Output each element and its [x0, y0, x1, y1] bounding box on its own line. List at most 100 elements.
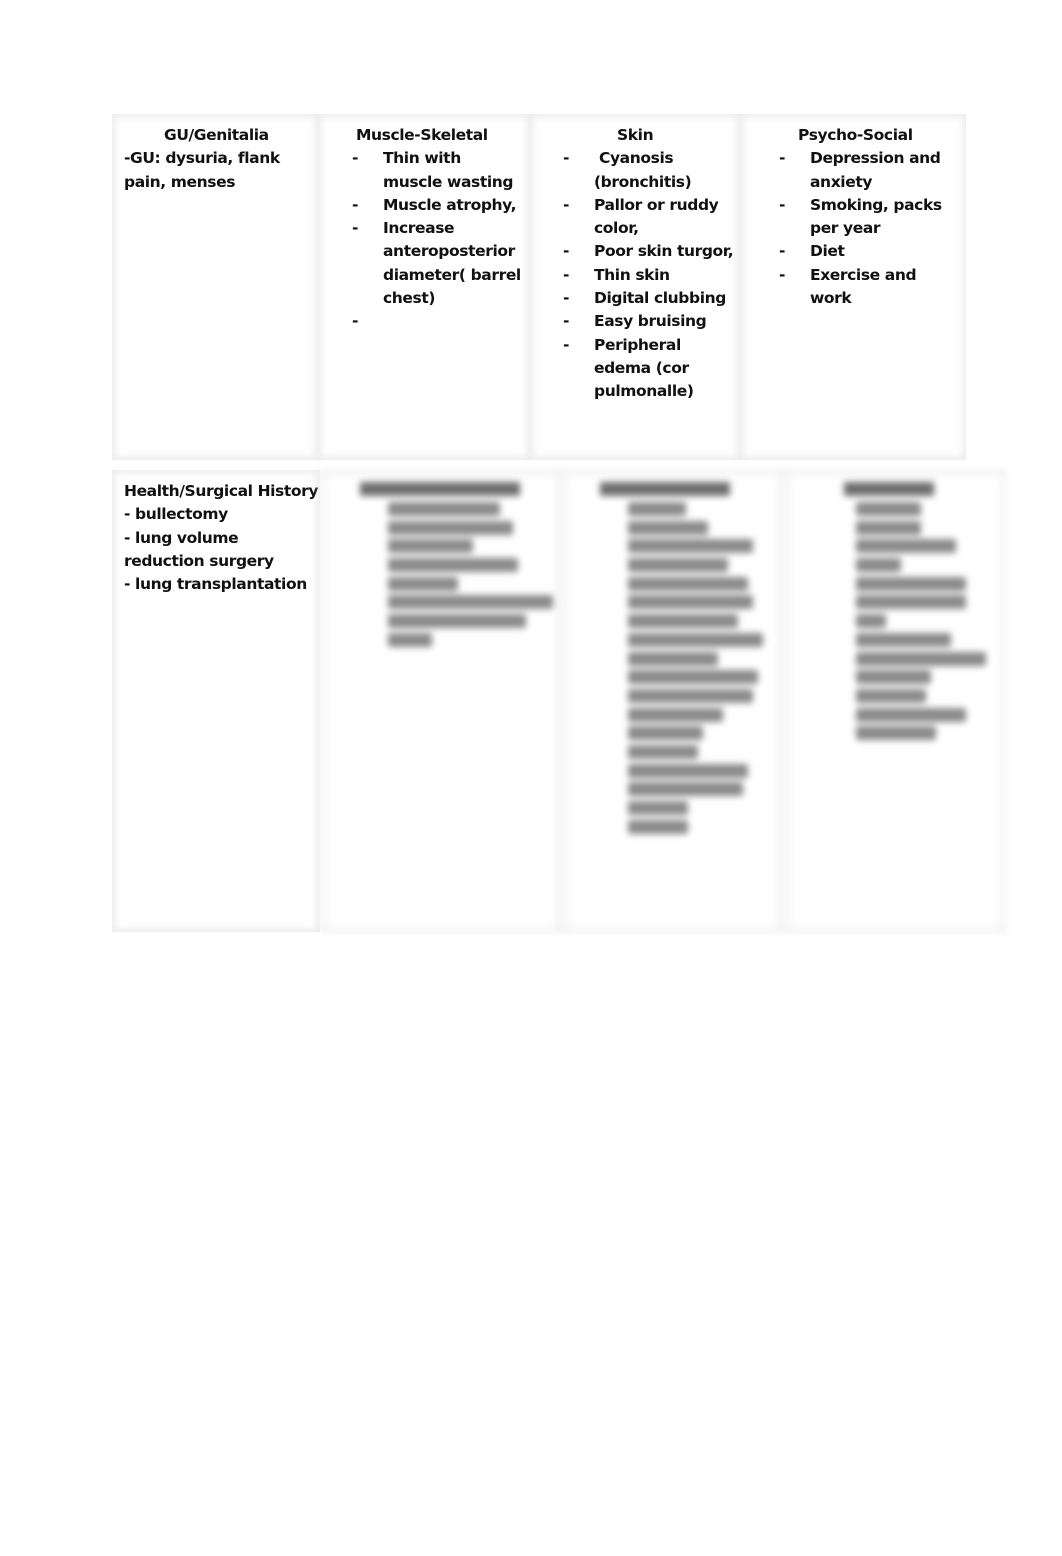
cell-health-surgical-history: Health/Surgical History - bullectomy - l…	[112, 470, 320, 932]
blurred-line	[628, 595, 753, 610]
list-item: - Pallor or ruddy color,	[563, 195, 719, 238]
blurred-content	[856, 502, 1006, 741]
list-item: - Digital clubbing	[563, 287, 734, 310]
bullet-dash: -	[779, 149, 786, 168]
blurred-line	[388, 632, 432, 647]
text-line: - lung volume	[124, 528, 239, 547]
blurred-line	[628, 502, 686, 516]
blurred-line	[856, 688, 926, 703]
list-item: - Thin with muscle wasting	[352, 149, 514, 191]
cell-psychosocial: Psycho-Social - Depression and anxiety -S…	[740, 114, 966, 460]
bullet-dash: -	[563, 289, 570, 308]
blurred-line	[388, 520, 513, 535]
cell-skin: Skin - Cyanosis (bronchitis) - Pallor or …	[530, 114, 740, 460]
list-item: - Diet	[779, 240, 960, 263]
bullet-dash: -	[779, 195, 786, 214]
gu-text: -GU: dysuria, flank pain, menses	[112, 147, 318, 194]
list-item: - Exercise and work	[779, 265, 917, 308]
blurred-heading	[360, 482, 520, 496]
bullet-dash: -	[352, 149, 359, 168]
cell-heading: Skin	[617, 126, 654, 144]
blurred-heading	[844, 482, 934, 496]
blurred-line	[388, 502, 500, 516]
blurred-line	[628, 614, 738, 629]
cell-musculoskeletal: Muscle-Skeletal - Thin with muscle wastin…	[318, 114, 530, 460]
blurred-line	[856, 614, 886, 629]
blurred-line	[628, 576, 748, 591]
cell-gu-genitalia: GU/Genitalia -GU: dysuria, flank pain, m…	[112, 114, 318, 460]
blurred-line	[628, 539, 753, 554]
blurred-line	[388, 595, 553, 610]
blurred-line	[628, 726, 703, 741]
bullet-dash: -	[352, 312, 359, 331]
blurred-line	[856, 595, 966, 610]
blurred-line	[388, 576, 458, 591]
history-text: Health/Surgical History - bullectomy - l…	[112, 480, 320, 596]
list-item: - Cyanosis (bronchitis)	[563, 149, 692, 191]
blurred-line	[856, 707, 966, 722]
cell-blurred-2	[562, 470, 784, 932]
text-line: - bullectomy	[124, 505, 228, 524]
bullet-dash: -	[352, 195, 359, 214]
blurred-line	[628, 763, 748, 778]
blurred-line	[628, 520, 708, 535]
cell-heading: Health/Surgical History	[124, 482, 319, 500]
list-item: -	[352, 310, 523, 333]
list-item: - Increase anteroposterior diameter( barr…	[352, 219, 521, 308]
blurred-line	[388, 614, 526, 629]
bullet-dash: -	[563, 149, 570, 168]
list-item: - Muscle atrophy,	[352, 194, 523, 217]
list-item: - Poor skin turgor,	[563, 240, 734, 263]
blurred-line	[856, 726, 936, 741]
bullet-dash: -	[563, 335, 570, 354]
cell-blurred-3	[784, 470, 1006, 932]
table-row-1: GU/Genitalia -GU: dysuria, flank pain, m…	[112, 114, 966, 460]
bullet-dash: -	[563, 312, 570, 331]
blurred-line	[856, 558, 901, 573]
cell-heading: GU/Genitalia	[164, 126, 269, 144]
list-item: - Smoking, packs per year	[779, 195, 942, 238]
text-line: reduction surgery	[124, 551, 274, 570]
blurred-line	[628, 707, 723, 722]
list-item: - Thin skin	[563, 264, 734, 287]
bullet-dash: -	[563, 265, 570, 284]
blurred-line	[856, 502, 921, 516]
blurred-line	[628, 801, 688, 815]
blurred-content	[388, 502, 562, 647]
blurred-heading	[600, 482, 730, 496]
blurred-line	[856, 520, 921, 535]
skin-list: - Cyanosis (bronchitis) - Pallor or ruddy…	[563, 147, 734, 403]
blurred-line	[856, 670, 931, 685]
blurred-line	[628, 558, 728, 573]
cell-blurred-1	[320, 470, 562, 932]
cell-heading: Muscle-Skeletal	[356, 126, 488, 144]
text-line: pain, menses	[124, 172, 236, 191]
blurred-line	[856, 651, 986, 666]
blurred-content	[628, 502, 784, 834]
blurred-line	[628, 632, 763, 647]
blurred-line	[388, 558, 518, 573]
table-row-2: Health/Surgical History - bullectomy - l…	[112, 470, 1006, 932]
text-line: - lung transplantation	[124, 575, 307, 594]
blurred-line	[856, 632, 951, 647]
list-item: - Easy bruising	[563, 310, 734, 333]
bullet-dash: -	[563, 195, 570, 214]
cell-heading: Psycho-Social	[798, 126, 913, 144]
blurred-line	[628, 782, 743, 797]
blurred-line	[628, 651, 718, 666]
blurred-line	[856, 539, 956, 554]
blurred-line	[628, 670, 758, 685]
bullet-dash: -	[779, 265, 786, 284]
blurred-line	[628, 688, 753, 703]
bullet-dash: -	[779, 242, 786, 261]
musculoskeletal-list: - Thin with muscle wasting - Muscle atroph…	[352, 147, 523, 333]
bullet-dash: -	[563, 242, 570, 261]
blurred-line	[856, 576, 966, 591]
text-line: -GU: dysuria, flank	[124, 149, 280, 168]
blurred-line	[628, 744, 698, 759]
blurred-line	[628, 819, 688, 834]
list-item: - Peripheral edema (cor pulmonalle)	[563, 335, 694, 401]
bullet-dash: -	[352, 219, 359, 238]
list-item: - Depression and anxiety	[779, 149, 941, 191]
psychosocial-list: - Depression and anxiety - Smoking, packs …	[779, 147, 960, 310]
